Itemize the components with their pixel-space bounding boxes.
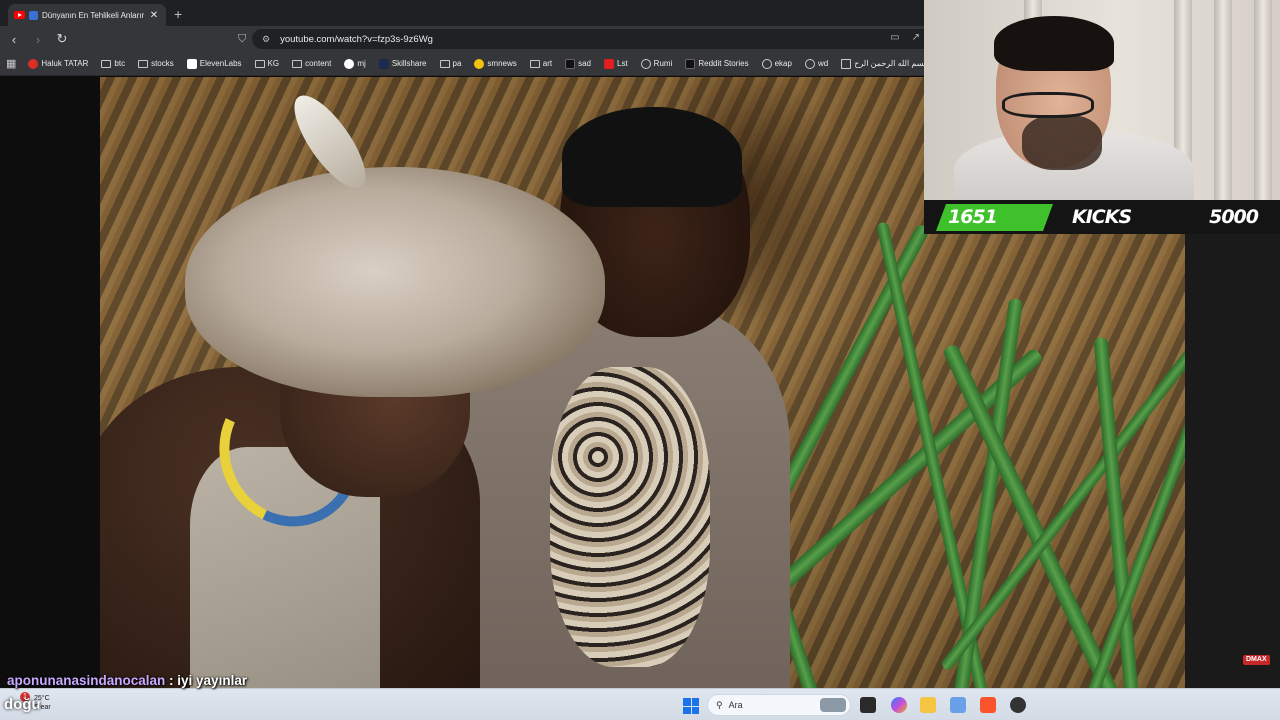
youtube-icon [28, 58, 39, 69]
smiley-icon [474, 58, 485, 69]
bookmark-label: بسم الله الرحمن الرح... [854, 59, 924, 68]
search-placeholder: Ara [728, 700, 743, 710]
bookmark-label: ElevenLabs [199, 59, 242, 68]
bookmark-label: mj [357, 59, 366, 68]
bookmark-label: art [542, 59, 553, 68]
bookmark-label: ekap [774, 59, 792, 68]
bookmark-item[interactable]: smnews [474, 58, 517, 69]
kicks-goal-bar: 1651 KICKS 5000 [924, 200, 1280, 234]
bookmark-label: Haluk TATAR [41, 59, 89, 68]
bookmark-item[interactable]: sad [565, 58, 591, 69]
bookmark-label: wd [817, 59, 829, 68]
bookmark-item[interactable]: Lst [604, 58, 628, 69]
chat-separator: : [165, 673, 178, 688]
bookmark-label: smnews [487, 59, 517, 68]
bookmark-label: Skillshare [391, 59, 427, 68]
bookmark-item[interactable]: بسم الله الرحمن الرح... [841, 58, 924, 69]
folder-icon [138, 59, 149, 68]
video-letterbox-left [0, 77, 100, 688]
elevenlabs-icon [186, 58, 197, 69]
search-icon: ⚲ [716, 699, 723, 710]
snipping-tool-icon[interactable] [950, 697, 966, 713]
bookmark-item[interactable]: art [529, 59, 553, 68]
bookmark-icon[interactable]: ⛉ [238, 33, 246, 46]
apps-grid-icon[interactable]: ▦ [6, 57, 16, 70]
github-icon [344, 58, 355, 69]
url-text[interactable]: youtube.com/watch?v=fzp3s-9z6Wg [280, 34, 433, 45]
bookmark-item[interactable]: Haluk TATAR [28, 58, 89, 69]
brave-browser-icon[interactable] [980, 697, 996, 713]
share-icon[interactable]: ↗ [912, 32, 920, 43]
tab-title: Dünyanın En Tehlikeli Anlarını [42, 10, 144, 20]
goal-label: KICKS [1072, 206, 1132, 228]
copilot-icon[interactable] [891, 697, 907, 713]
bookmark-item[interactable]: btc [101, 59, 125, 68]
bookmark-label: btc [114, 59, 126, 68]
cast-icon[interactable]: ▭ [890, 32, 899, 43]
chat-username: aponunanasindanocalan [7, 673, 166, 688]
bookmark-item[interactable]: content [292, 59, 331, 68]
slash-icon [565, 58, 576, 69]
new-tab-button[interactable]: + [174, 6, 182, 22]
tab-strip: Dünyanın En Tehlikeli Anlarını ✕ + [0, 0, 924, 26]
chat-text: iyi yayınlar [177, 673, 248, 688]
bookmark-item[interactable]: Reddit Stories [685, 58, 749, 69]
streamer-tag: doğu [4, 696, 41, 713]
bookmark-label: pa [452, 59, 462, 68]
address-bar[interactable]: ⚙ youtube.com/watch?v=fzp3s-9z6Wg ▭ ↗ [252, 29, 924, 49]
bookmark-item[interactable]: Rumi [640, 58, 673, 69]
close-icon[interactable]: ✕ [148, 10, 160, 21]
channel-logo: DMAX [1243, 655, 1270, 665]
folder-icon [292, 59, 303, 68]
bookmark-label: sad [578, 59, 591, 68]
folder-icon [439, 59, 450, 68]
bookmarks-bar: ▦ Haluk TATAR btc stocks ElevenLabs KG conten… [0, 52, 924, 76]
globe-icon [640, 58, 651, 69]
bookmark-label: content [305, 59, 332, 68]
d-icon [685, 58, 696, 69]
bookmark-label: Lst [617, 59, 628, 68]
doc-icon [841, 58, 852, 69]
youtube-icon [14, 11, 25, 19]
bookmark-label: Rumi [653, 59, 673, 68]
file-explorer-icon[interactable] [920, 697, 936, 713]
bookmark-label: Reddit Stories [698, 59, 749, 68]
bookmark-item[interactable]: ekap [761, 58, 792, 69]
site-info-icon[interactable]: ⚙ [262, 34, 270, 45]
goal-target: 5000 [1209, 206, 1259, 228]
obs-icon[interactable] [1010, 697, 1026, 713]
reload-icon[interactable]: ↻ [52, 31, 72, 47]
bookmark-item[interactable]: ElevenLabs [186, 58, 242, 69]
chat-message: aponunanasindanocalan : iyi yayınlar [7, 673, 247, 688]
folder-icon [254, 59, 265, 68]
tab-group-icon [29, 10, 38, 20]
folder-icon [529, 59, 540, 68]
bookmark-label: stocks [151, 59, 174, 68]
bookmark-item[interactable]: wd [804, 58, 829, 69]
feather-icon [761, 58, 772, 69]
bookmark-item[interactable]: KG [254, 59, 280, 68]
bookmark-item[interactable]: pa [439, 59, 462, 68]
bookmark-label: KG [267, 59, 280, 68]
globe-icon [804, 58, 815, 69]
bookmark-item[interactable]: mj [344, 58, 366, 69]
windows-start-icon[interactable] [683, 698, 699, 714]
taskbar-search[interactable]: ⚲ Ara [707, 694, 851, 716]
browser-tab[interactable]: Dünyanın En Tehlikeli Anlarını ✕ [8, 4, 166, 26]
forward-icon[interactable]: › [28, 32, 48, 47]
screen: Dünyanın En Tehlikeli Anlarını ✕ + ‹ › ↻… [0, 0, 1280, 720]
back-icon[interactable]: ‹ [4, 32, 24, 47]
search-highlight-icon [820, 698, 846, 712]
browser-toolbar: ‹ › ↻ ⛉ ⚙ youtube.com/watch?v=fzp3s-9z6W… [0, 26, 924, 52]
windows-taskbar: 1 25°C Clear ⚲ Ara [0, 688, 1280, 720]
bookmark-item[interactable]: Skillshare [378, 58, 427, 69]
folder-icon [101, 59, 112, 68]
s-icon [604, 58, 614, 69]
skillshare-icon [378, 58, 389, 69]
bookmark-item[interactable]: stocks [138, 59, 174, 68]
webcam-overlay [924, 0, 1280, 200]
task-view-icon[interactable] [860, 697, 876, 713]
goal-current: 1651 [948, 206, 998, 228]
